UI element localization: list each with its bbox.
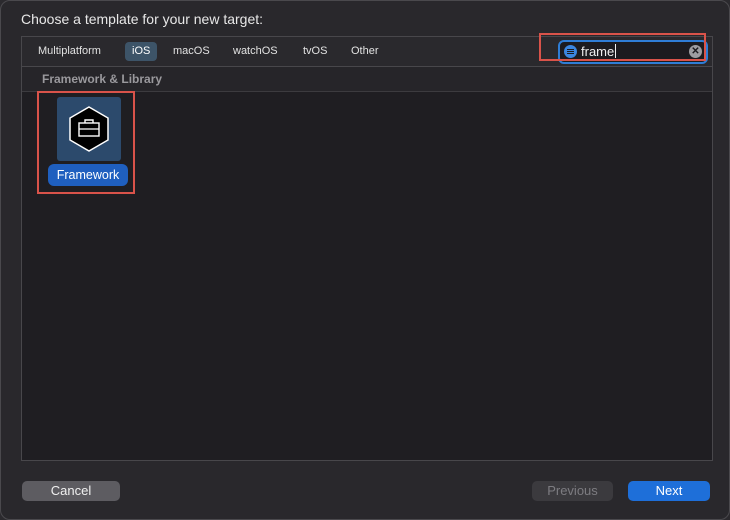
section-header: Framework & Library [22, 67, 712, 92]
next-button[interactable]: Next [628, 481, 710, 501]
tab-ios[interactable]: iOS [125, 42, 158, 61]
tab-other[interactable]: Other [344, 42, 386, 61]
section-title: Framework & Library [42, 72, 163, 86]
tab-tvos[interactable]: tvOS [296, 42, 334, 61]
template-highlight-box [37, 91, 135, 194]
search-highlight-box [539, 33, 706, 61]
tab-watchos[interactable]: watchOS [226, 42, 285, 61]
tab-macos[interactable]: macOS [166, 42, 217, 61]
tab-multiplatform[interactable]: Multiplatform [31, 42, 108, 61]
dialog-title: Choose a template for your new target: [21, 11, 264, 27]
cancel-button[interactable]: Cancel [22, 481, 120, 501]
previous-button[interactable]: Previous [532, 481, 613, 501]
dialog-window: Choose a template for your new target: M… [0, 0, 730, 520]
